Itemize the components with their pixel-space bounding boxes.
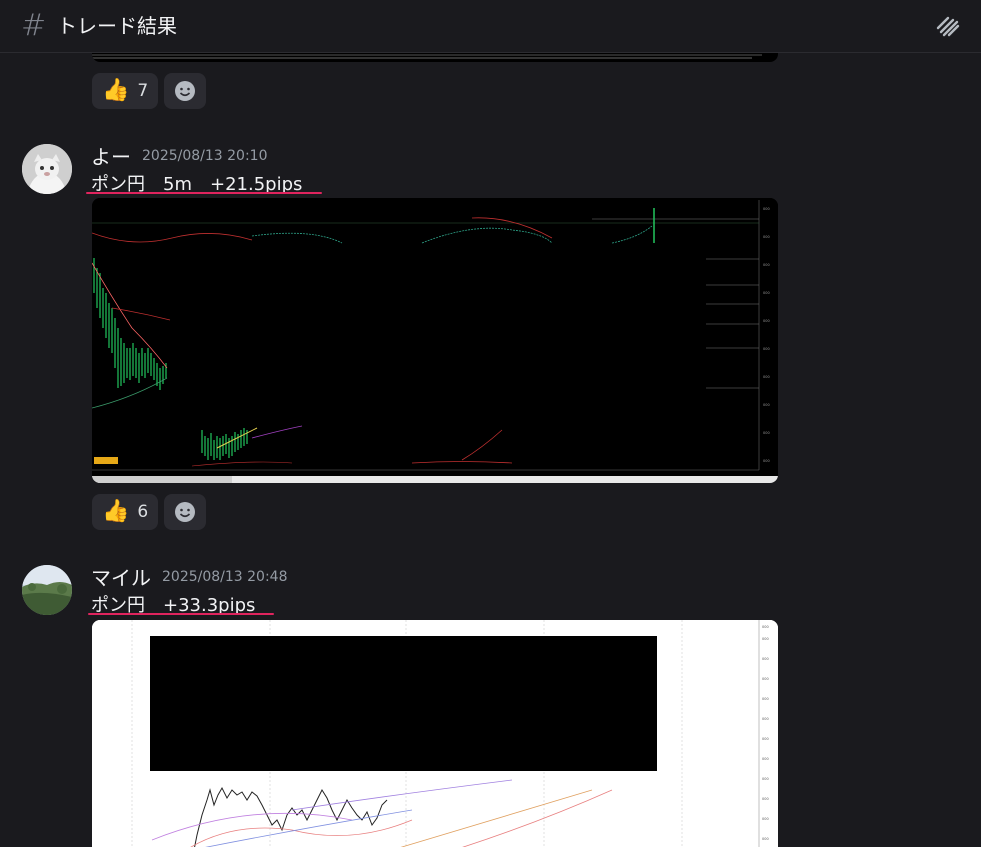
- thumbs-up-icon: 👍: [102, 499, 130, 524]
- message-reactions: 👍 6: [92, 494, 207, 530]
- smiley-icon: [175, 81, 196, 101]
- chart-image[interactable]: 000 000 000 000 000 000 000 000 000 000: [92, 198, 778, 483]
- smiley-icon: [175, 502, 196, 522]
- channel-hash-icon: #: [21, 8, 47, 43]
- reaction-count: 6: [137, 502, 149, 522]
- chart-image[interactable]: 000 000 000 000 000 000 000 000 000 000 000 00…: [92, 620, 778, 847]
- channel-name: トレード結果: [57, 14, 177, 38]
- svg-text:000: 000: [762, 837, 769, 841]
- svg-text:000: 000: [763, 347, 770, 351]
- reaction-count: 7: [137, 81, 149, 101]
- text-underline: [86, 192, 322, 194]
- author-name[interactable]: マイル: [91, 562, 151, 591]
- message-feed[interactable]: 👍 7 よー 2025/08/13 20:10 ポン円 5m +21.5pips…: [0, 53, 981, 847]
- svg-text:000: 000: [763, 459, 770, 463]
- avatar[interactable]: [22, 144, 72, 194]
- text-underline: [88, 613, 274, 615]
- svg-text:000: 000: [763, 319, 770, 323]
- message-timestamp: 2025/08/13 20:10: [142, 148, 268, 164]
- author-name[interactable]: よー: [91, 141, 131, 170]
- svg-text:000: 000: [762, 657, 769, 661]
- add-reaction-button[interactable]: [164, 73, 207, 109]
- svg-text:000: 000: [762, 717, 769, 721]
- previous-reactions: 👍 7: [92, 73, 207, 109]
- svg-text:000: 000: [763, 263, 770, 267]
- previous-chart-image[interactable]: [92, 53, 778, 62]
- add-reaction-button[interactable]: [164, 494, 207, 530]
- thumbs-up-reaction[interactable]: 👍 6: [92, 494, 159, 530]
- svg-text:000: 000: [762, 737, 769, 741]
- svg-text:000: 000: [763, 291, 770, 295]
- thumbs-up-icon: 👍: [102, 78, 130, 103]
- svg-text:000: 000: [763, 403, 770, 407]
- redaction-block: [150, 636, 657, 771]
- thumbs-up-reaction[interactable]: 👍 7: [92, 73, 159, 109]
- svg-text:000: 000: [763, 235, 770, 239]
- svg-text:000: 000: [762, 637, 769, 641]
- svg-text:000: 000: [762, 697, 769, 701]
- threads-icon[interactable]: [935, 12, 961, 38]
- avatar[interactable]: [22, 565, 72, 615]
- svg-text:000: 000: [762, 677, 769, 681]
- svg-text:000: 000: [762, 625, 769, 629]
- message-timestamp: 2025/08/13 20:48: [162, 569, 288, 585]
- svg-text:000: 000: [762, 757, 769, 761]
- svg-text:000: 000: [762, 777, 769, 781]
- svg-text:000: 000: [762, 797, 769, 801]
- svg-text:000: 000: [763, 207, 770, 211]
- svg-text:000: 000: [762, 817, 769, 821]
- svg-text:000: 000: [763, 431, 770, 435]
- svg-text:000: 000: [763, 375, 770, 379]
- channel-header: # トレード結果: [0, 0, 981, 53]
